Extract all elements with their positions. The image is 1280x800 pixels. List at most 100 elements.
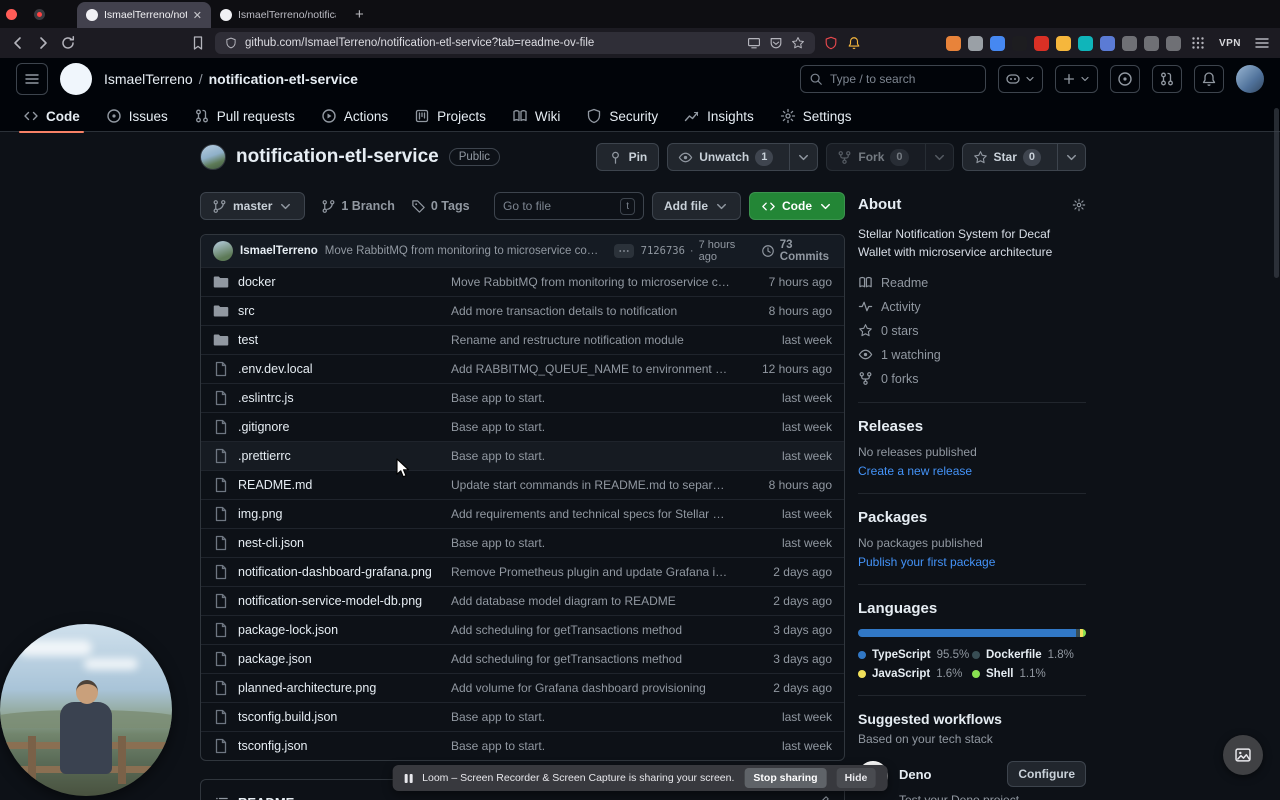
commit-sha[interactable]: 7126736 [641,245,685,257]
window-close-dot[interactable] [6,8,17,20]
repo-nav-tab[interactable]: Insights [671,100,767,132]
extension-icon[interactable] [1055,35,1071,51]
table-row[interactable]: docker Move RabbitMQ from monitoring to … [201,267,844,296]
pin-button[interactable]: Pin [595,143,660,171]
browser-tab[interactable]: IsmaelTerreno/notification... ✕ [77,2,211,28]
cast-icon[interactable] [747,36,761,50]
file-name-link[interactable]: planned-architecture.png [238,681,376,695]
fork-dropdown[interactable] [924,144,953,170]
fork-button[interactable]: Fork 0 [826,143,954,171]
extension-icon[interactable] [1011,35,1027,51]
extension-icon[interactable] [1077,35,1093,51]
about-gear-icon[interactable] [1072,198,1086,212]
file-commit-message[interactable]: Move RabbitMQ from monitoring to microse… [451,275,742,289]
table-row[interactable]: notification-dashboard-grafana.png Remov… [201,557,844,586]
pull-requests-icon-button[interactable] [1152,65,1182,93]
file-commit-message[interactable]: Remove Prometheus plugin and update Graf… [451,565,742,579]
branches-link[interactable]: 1 Branch [321,199,395,214]
file-name-link[interactable]: docker [238,275,276,289]
file-commit-message[interactable]: Base app to start. [451,391,742,405]
configure-button[interactable]: Configure [1007,761,1086,787]
issues-icon-button[interactable] [1110,65,1140,93]
extension-icon[interactable] [1143,35,1159,51]
language-bar[interactable] [858,629,1086,637]
about-stat[interactable]: 0 forks [858,371,1086,386]
pocket-icon[interactable] [769,36,783,50]
forward-button[interactable] [35,35,51,51]
table-row[interactable]: planned-architecture.png Add volume for … [201,673,844,702]
new-tab-button[interactable]: + [355,6,364,23]
language-item[interactable]: TypeScript 95.5% [858,649,972,661]
file-commit-message[interactable]: Base app to start. [451,710,742,724]
add-file-button[interactable]: Add file [652,192,741,220]
pencil-icon[interactable] [816,795,830,800]
language-item[interactable]: Dockerfile 1.8% [972,649,1086,661]
file-commit-message[interactable]: Add volume for Grafana dashboard provisi… [451,681,742,695]
adblock-extension-icon[interactable] [824,36,838,50]
github-logo-icon[interactable] [60,63,92,95]
scrollbar-thumb[interactable] [1274,108,1279,278]
table-row[interactable]: package.json Add scheduling for getTrans… [201,644,844,673]
table-row[interactable]: src Add more transaction details to noti… [201,296,844,325]
extension-icon[interactable] [967,35,983,51]
hamburger-button[interactable] [16,63,48,95]
file-name-link[interactable]: test [238,333,258,347]
about-stat[interactable]: Activity [858,299,1086,314]
notifications-button[interactable] [1194,65,1224,93]
table-row[interactable]: .prettierrc Base app to start. last week [201,441,844,470]
file-name-link[interactable]: notification-dashboard-grafana.png [238,565,432,579]
file-name-link[interactable]: .gitignore [238,420,289,434]
commit-author-avatar[interactable] [213,241,233,261]
webcam-bubble[interactable] [0,624,172,796]
branch-selector[interactable]: master [200,192,306,220]
table-row[interactable]: package-lock.json Add scheduling for get… [201,615,844,644]
global-search[interactable] [800,65,986,93]
create-new-button[interactable] [1055,65,1098,93]
table-row[interactable]: .gitignore Base app to start. last week [201,412,844,441]
language-item[interactable]: JavaScript 1.6% [858,668,972,680]
code-button[interactable]: Code [749,192,845,220]
bookmark-star-icon[interactable] [791,36,805,50]
tracking-shield-icon[interactable] [225,37,237,49]
user-avatar[interactable] [1236,65,1264,93]
file-commit-message[interactable]: Add scheduling for getTransactions metho… [451,623,742,637]
repo-nav-tab[interactable]: Actions [308,100,401,132]
tags-link[interactable]: 0 Tags [411,199,470,214]
repo-nav-tab[interactable]: Issues [93,100,181,132]
file-name-link[interactable]: README.md [238,478,312,492]
file-commit-message[interactable]: Base app to start. [451,449,742,463]
commit-author[interactable]: IsmaelTerreno [240,245,318,257]
file-commit-message[interactable]: Base app to start. [451,739,742,753]
browser-menu-icon[interactable] [1254,35,1270,51]
file-commit-message[interactable]: Add scheduling for getTransactions metho… [451,652,742,666]
tab-close-icon[interactable]: ✕ [193,9,202,22]
breadcrumb-repo[interactable]: notification-etl-service [209,71,358,87]
table-row[interactable]: img.png Add requirements and technical s… [201,499,844,528]
repo-nav-tab[interactable]: Pull requests [181,100,308,132]
table-row[interactable]: .env.dev.local Add RABBITMQ_QUEUE_NAME t… [201,354,844,383]
extension-icon[interactable] [1165,35,1181,51]
file-commit-message[interactable]: Add more transaction details to notifica… [451,304,742,318]
global-search-input[interactable] [830,72,977,86]
url-field[interactable]: github.com/IsmaelTerreno/notification-et… [215,32,815,54]
star-dropdown[interactable] [1057,144,1085,170]
star-button[interactable]: Star 0 [961,143,1086,171]
about-stat[interactable]: 0 stars [858,323,1086,338]
file-commit-message[interactable]: Base app to start. [451,536,742,550]
extension-icon[interactable] [1033,35,1049,51]
language-item[interactable]: Shell 1.1% [972,668,1086,680]
file-name-link[interactable]: img.png [238,507,282,521]
table-row[interactable]: .eslintrc.js Base app to start. last wee… [201,383,844,412]
screenshot-fab[interactable] [1223,735,1263,775]
repo-nav-tab[interactable]: Wiki [499,100,574,132]
breadcrumb-owner[interactable]: IsmaelTerreno [104,71,193,87]
table-row[interactable]: nest-cli.json Base app to start. last we… [201,528,844,557]
file-commit-message[interactable]: Add requirements and technical specs for… [451,507,742,521]
stop-sharing-button[interactable]: Stop sharing [744,768,827,788]
table-row[interactable]: README.md Update start commands in READM… [201,470,844,499]
file-name-link[interactable]: tsconfig.build.json [238,710,337,724]
file-commit-message[interactable]: Add database model diagram to README [451,594,742,608]
file-name-link[interactable]: .prettierrc [238,449,291,463]
repo-nav-tab[interactable]: Settings [767,100,865,132]
unwatch-button[interactable]: Unwatch 1 [667,143,819,171]
